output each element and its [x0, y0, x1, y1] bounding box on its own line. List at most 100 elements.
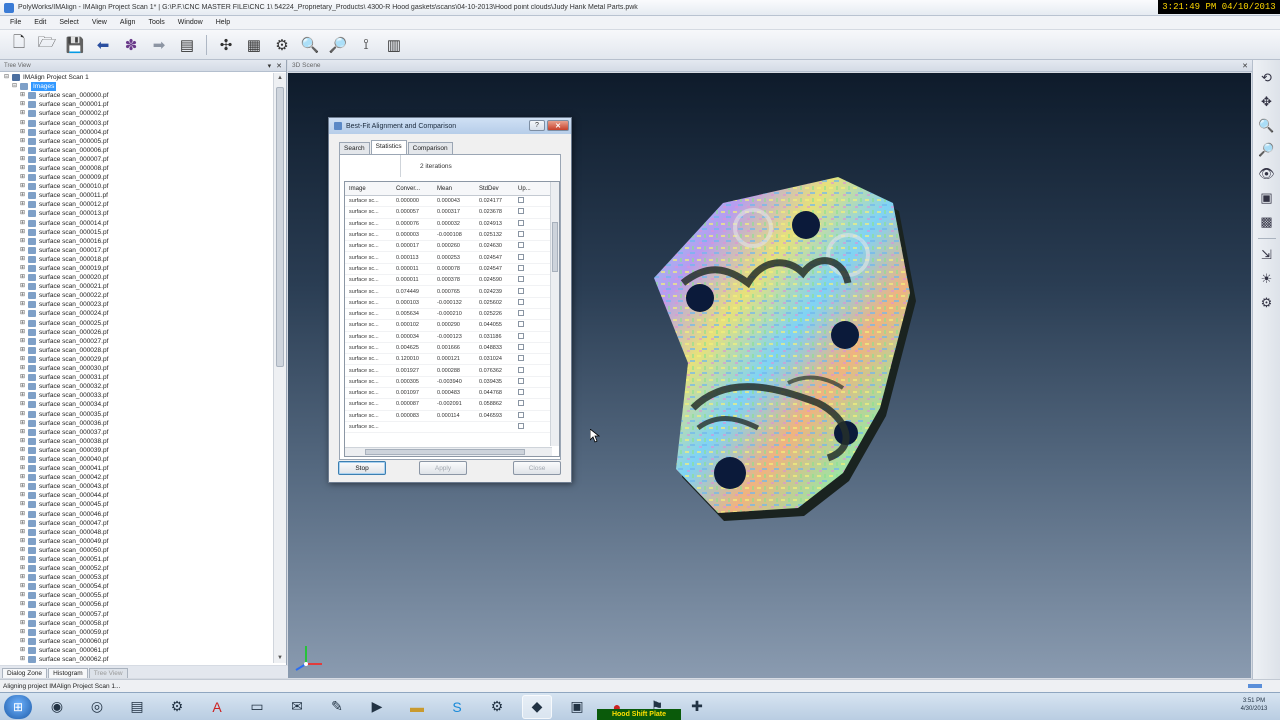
expand-icon[interactable]: ⊞: [20, 200, 28, 209]
update-checkbox[interactable]: [518, 344, 524, 350]
expand-icon[interactable]: ⊞: [20, 546, 28, 555]
help-button[interactable]: ?: [529, 120, 545, 131]
mail-icon[interactable]: ✉: [282, 695, 312, 719]
tree-item[interactable]: ⊞ surface scan_000045.pf: [4, 500, 272, 509]
report-icon[interactable]: ▤: [176, 34, 198, 56]
scroll-up-icon[interactable]: ▲: [277, 75, 283, 81]
expand-icon[interactable]: ⊞: [20, 419, 28, 428]
menu-window[interactable]: Window: [178, 19, 203, 26]
close-icon[interactable]: ✕: [276, 62, 282, 70]
tree-item[interactable]: ⊞ surface scan_000058.pf: [4, 619, 272, 628]
expand-icon[interactable]: ⊞: [20, 246, 28, 255]
expand-icon[interactable]: ⊞: [20, 500, 28, 509]
tree-item[interactable]: ⊞ surface scan_000011.pf: [4, 191, 272, 200]
expand-icon[interactable]: ⊞: [20, 446, 28, 455]
tree-item[interactable]: ⊞ surface scan_000057.pf: [4, 610, 272, 619]
expand-icon[interactable]: ⊞: [20, 519, 28, 528]
tree-item[interactable]: ⊞ surface scan_000007.pf: [4, 155, 272, 164]
table-row[interactable]: surface sc... 0.000000 0.000043 0.024177: [345, 196, 559, 208]
update-checkbox[interactable]: [518, 355, 524, 362]
split-icon[interactable]: ✣: [215, 34, 237, 56]
table-vscrollbar[interactable]: [550, 182, 559, 446]
update-checkbox[interactable]: [518, 400, 524, 407]
expand-icon[interactable]: ⊞: [20, 491, 28, 500]
expand-icon[interactable]: ⊞: [20, 237, 28, 246]
tree-item[interactable]: ⊞ surface scan_000006.pf: [4, 146, 272, 155]
expand-icon[interactable]: ⊞: [20, 100, 28, 109]
update-checkbox[interactable]: [518, 253, 524, 260]
update-checkbox[interactable]: [518, 366, 524, 373]
table-row[interactable]: surface sc... 0.000003 -0.000108 0.025132: [345, 230, 559, 242]
tree-item[interactable]: ⊞ surface scan_000013.pf: [4, 209, 272, 218]
expand-icon[interactable]: ⊞: [20, 473, 28, 482]
col-mean[interactable]: Mean: [433, 186, 475, 192]
tree-item[interactable]: ⊞ surface scan_000023.pf: [4, 300, 272, 309]
update-checkbox[interactable]: [518, 423, 524, 430]
pan-view-icon[interactable]: ✥: [1257, 92, 1277, 112]
tab-search[interactable]: Search: [339, 142, 370, 154]
new-file-icon[interactable]: 🗋: [8, 34, 30, 56]
expand-icon[interactable]: ⊞: [20, 255, 28, 264]
settings-icon[interactable]: ⚙: [1257, 293, 1277, 313]
tree-item[interactable]: ⊞ surface scan_000022.pf: [4, 291, 272, 300]
tree-item[interactable]: ⊞ surface scan_000050.pf: [4, 546, 272, 555]
table-row[interactable]: surface sc... 0.000103 -0.000132 0.025602: [345, 298, 559, 309]
zoom-in-icon[interactable]: 🔍: [1257, 116, 1277, 136]
expand-icon[interactable]: ⊞: [20, 300, 28, 309]
grid-icon[interactable]: ▦: [243, 34, 265, 56]
tree-item[interactable]: ⊞ surface scan_000002.pf: [4, 109, 272, 118]
expand-icon[interactable]: ⊞: [20, 191, 28, 200]
close-button[interactable]: Close: [513, 461, 561, 475]
expand-icon[interactable]: ⊞: [20, 573, 28, 582]
tree-item[interactable]: ⊞ surface scan_000051.pf: [4, 555, 272, 564]
tree-item[interactable]: ⊞ surface scan_000054.pf: [4, 582, 272, 591]
tree-item[interactable]: ⊞ surface scan_000016.pf: [4, 237, 272, 246]
tree-item[interactable]: ⊞ surface scan_000061.pf: [4, 646, 272, 655]
expand-icon[interactable]: ⊞: [20, 119, 28, 128]
expand-icon[interactable]: ⊞: [20, 91, 28, 100]
save-icon[interactable]: 💾: [64, 34, 86, 56]
undo-icon[interactable]: ⬅: [92, 34, 114, 56]
table-hscrollbar[interactable]: [345, 447, 552, 456]
window-icon[interactable]: ▣: [562, 695, 592, 719]
open-folder-icon[interactable]: 🗁: [36, 34, 58, 56]
tree-item[interactable]: ⊞ surface scan_000027.pf: [4, 337, 272, 346]
tree-item[interactable]: ⊞ surface scan_000053.pf: [4, 573, 272, 582]
tree-item[interactable]: ⊞ surface scan_000008.pf: [4, 164, 272, 173]
update-checkbox[interactable]: [518, 287, 524, 294]
table-row[interactable]: surface sc... 0.004625 0.001666 0.048833: [345, 343, 559, 355]
table-row[interactable]: surface sc... 0.000011 0.000078 0.024547: [345, 264, 559, 276]
tree-item[interactable]: ⊞ surface scan_000004.pf: [4, 128, 272, 137]
expand-icon[interactable]: ⊞: [20, 146, 28, 155]
tree-item[interactable]: ⊞ surface scan_000046.pf: [4, 510, 272, 519]
table-row[interactable]: surface sc... 0.001097 0.000483 0.044768: [345, 388, 559, 400]
expand-icon[interactable]: ⊞: [20, 373, 28, 382]
expand-icon[interactable]: ⊞: [20, 337, 28, 346]
table-row[interactable]: surface sc... 0.120010 0.000121 0.031024: [345, 354, 559, 366]
tree-item[interactable]: ⊞ surface scan_000033.pf: [4, 391, 272, 400]
tree-item[interactable]: ⊞ surface scan_000025.pf: [4, 319, 272, 328]
tree-item[interactable]: ⊞ surface scan_000036.pf: [4, 419, 272, 428]
tree-item[interactable]: ⊞ surface scan_000062.pf: [4, 655, 272, 663]
skype-icon[interactable]: S: [442, 695, 472, 719]
table-row[interactable]: surface sc... 0.005634 -0.000210 0.025226: [345, 309, 559, 321]
expand-icon[interactable]: ⊞: [20, 619, 28, 628]
update-checkbox[interactable]: [518, 321, 524, 328]
tree-item[interactable]: ⊞ surface scan_000015.pf: [4, 228, 272, 237]
tree-item[interactable]: ⊞ surface scan_000043.pf: [4, 482, 272, 491]
table-row[interactable]: surface sc... 0.000034 -0.000123 0.031186: [345, 332, 559, 343]
tab-dialog-zone[interactable]: Dialog Zone: [2, 668, 48, 678]
paint-icon[interactable]: ✚: [682, 695, 712, 719]
apply-button[interactable]: Apply: [419, 461, 467, 475]
tree-item[interactable]: ⊞ surface scan_000003.pf: [4, 118, 272, 127]
tree-item[interactable]: ⊞ surface scan_000026.pf: [4, 328, 272, 337]
dialog-close-button[interactable]: ✕: [547, 120, 569, 131]
update-checkbox[interactable]: [518, 298, 524, 305]
menu-file[interactable]: File: [10, 19, 21, 26]
tree-item[interactable]: ⊞ surface scan_000056.pf: [4, 600, 272, 609]
expand-icon[interactable]: ⊞: [20, 391, 28, 400]
expand-icon[interactable]: ⊞: [20, 382, 28, 391]
tree-item[interactable]: ⊞ surface scan_000001.pf: [4, 100, 272, 109]
stop-button[interactable]: Stop: [338, 461, 386, 475]
menu-tools[interactable]: Tools: [148, 19, 164, 26]
